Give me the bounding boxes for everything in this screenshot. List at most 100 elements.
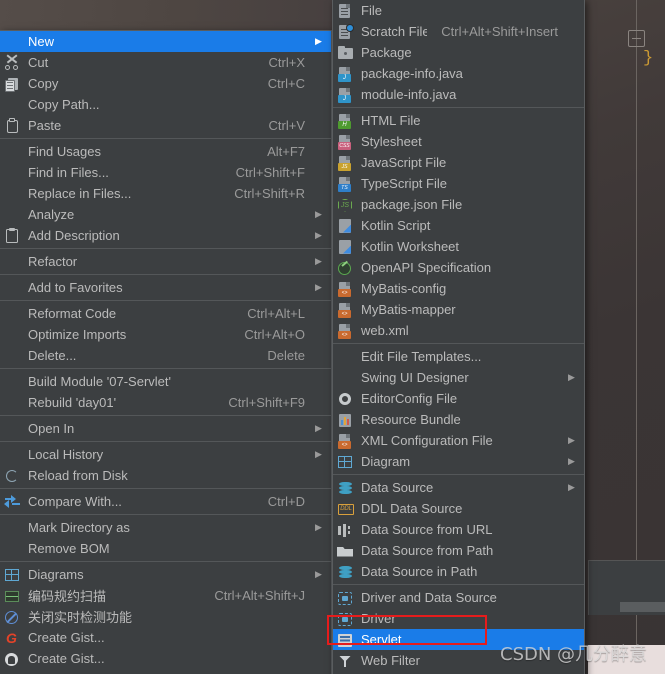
menu-item-label: Data Source in Path xyxy=(361,564,478,579)
menu-item[interactable]: Replace in Files...Ctrl+Shift+R▶ xyxy=(0,183,331,204)
menu-item-label: Optimize Imports xyxy=(28,327,127,342)
menu-item[interactable]: Fix ESLint Problems▶ xyxy=(0,669,331,674)
menu-item-label: Rebuild 'day01' xyxy=(28,395,117,410)
menu-item[interactable]: Find in Files...Ctrl+Shift+F▶ xyxy=(0,162,331,183)
menu-item[interactable]: Build Module '07-Servlet'▶ xyxy=(0,371,331,392)
menu-item[interactable]: Mark Directory as ▶ xyxy=(0,517,331,538)
menu-item-shortcut: Ctrl+X xyxy=(268,55,305,70)
menu-item-shortcut: Ctrl+C xyxy=(267,76,305,91)
no-icon xyxy=(2,421,24,437)
closing-brace-glyph: } xyxy=(643,49,654,68)
menu-item-label: 编码规约扫描 xyxy=(28,589,107,604)
menu-item[interactable]: TSTypeScript File▶ xyxy=(333,173,584,194)
menu-item[interactable]: JSpackage.json File▶ xyxy=(333,194,584,215)
menu-item[interactable]: Data Source ▶ xyxy=(333,477,584,498)
menu-item[interactable]: Refactor ▶ xyxy=(0,251,331,272)
menu-separator xyxy=(333,343,584,344)
menu-item[interactable]: 关闭实时检测功能▶ xyxy=(0,606,331,627)
menu-item-label: Local History xyxy=(28,447,104,462)
menu-item[interactable]: Scratch FileCtrl+Alt+Shift+Insert▶ xyxy=(333,21,584,42)
menu-item[interactable]: <> XML Configuration File ▶ xyxy=(333,430,584,451)
menu-item[interactable]: HHTML File▶ xyxy=(333,110,584,131)
horizontal-scrollbar[interactable] xyxy=(620,602,665,612)
no-icon xyxy=(2,541,24,557)
menu-item[interactable]: <>web.xml▶ xyxy=(333,320,584,341)
new-submenu[interactable]: File▶Scratch FileCtrl+Alt+Shift+Insert▶P… xyxy=(332,0,585,674)
menu-item[interactable]: 编码规约扫描Ctrl+Alt+Shift+J▶ xyxy=(0,585,331,606)
menu-item[interactable]: Optimize ImportsCtrl+Alt+O▶ xyxy=(0,324,331,345)
menu-separator xyxy=(0,248,331,249)
menu-item[interactable]: PasteCtrl+V▶ xyxy=(0,115,331,136)
menu-item-label: Data Source xyxy=(361,480,434,495)
menu-item[interactable]: Resource Bundle▶ xyxy=(333,409,584,430)
menu-item[interactable]: Analyze ▶ xyxy=(0,204,331,225)
menu-item[interactable]: Local History ▶ xyxy=(0,444,331,465)
menu-item[interactable]: Data Source from Path▶ xyxy=(333,540,584,561)
menu-item-label: HTML File xyxy=(361,113,421,128)
description-icon xyxy=(2,227,24,244)
menu-item[interactable]: Jmodule-info.java▶ xyxy=(333,84,584,105)
menu-item[interactable]: Package▶ xyxy=(333,42,584,63)
url-icon xyxy=(335,522,357,538)
resource-bundle-icon xyxy=(335,412,357,428)
gitlab-icon: G xyxy=(6,629,17,646)
menu-item[interactable]: Driver▶ xyxy=(333,608,584,629)
submenu-arrow-icon: ▶ xyxy=(315,282,322,292)
menu-item[interactable]: New ▶ xyxy=(0,31,331,52)
menu-item[interactable]: Find UsagesAlt+F7▶ xyxy=(0,141,331,162)
menu-item-label: Diagram xyxy=(361,454,411,469)
html-file-icon: H xyxy=(335,113,357,129)
menu-item[interactable]: EditorConfig File▶ xyxy=(333,388,584,409)
menu-item[interactable]: <>MyBatis-mapper▶ xyxy=(333,299,584,320)
menu-item[interactable]: Add Description ▶ xyxy=(0,225,331,246)
menu-item[interactable]: <>MyBatis-config▶ xyxy=(333,278,584,299)
menu-item[interactable]: CSSStylesheet▶ xyxy=(333,131,584,152)
menu-item[interactable]: Data Source in Path▶ xyxy=(333,561,584,582)
menu-item[interactable]: JSJavaScript File▶ xyxy=(333,152,584,173)
menu-item[interactable]: Edit File Templates...▶ xyxy=(333,346,584,367)
context-menu[interactable]: New▶CutCtrl+X▶CopyCtrl+C▶Copy Path...▶Pa… xyxy=(0,30,332,674)
servlet-icon xyxy=(335,632,357,648)
menu-item-label: package-info.java xyxy=(361,66,463,81)
menu-item[interactable]: GCreate Gist...▶ xyxy=(0,627,331,648)
no-icon xyxy=(2,207,24,223)
menu-item[interactable]: CopyCtrl+C▶ xyxy=(0,73,331,94)
submenu-arrow-icon: ▶ xyxy=(315,230,322,240)
menu-item[interactable]: Diagram ▶ xyxy=(333,451,584,472)
menu-item[interactable]: OpenAPI Specification▶ xyxy=(333,257,584,278)
menu-item[interactable]: Compare With...Ctrl+D▶ xyxy=(0,491,331,512)
menu-item[interactable]: Copy Path...▶ xyxy=(0,94,331,115)
menu-item-label: Create Gist... xyxy=(28,651,105,666)
menu-item-label: Swing UI Designer xyxy=(361,370,469,385)
menu-separator xyxy=(333,107,584,108)
menu-item[interactable]: Remove BOM▶ xyxy=(0,538,331,559)
menu-item[interactable]: Delete...Delete▶ xyxy=(0,345,331,366)
menu-item[interactable]: Kotlin Script▶ xyxy=(333,215,584,236)
menu-item[interactable]: Data Source from URL▶ xyxy=(333,519,584,540)
menu-item[interactable]: Reformat CodeCtrl+Alt+L▶ xyxy=(0,303,331,324)
menu-item[interactable]: Kotlin Worksheet▶ xyxy=(333,236,584,257)
submenu-arrow-icon: ▶ xyxy=(315,423,322,433)
scratch-file-icon xyxy=(335,23,357,40)
menu-item[interactable]: DDLDDL Data Source▶ xyxy=(333,498,584,519)
menu-item[interactable]: Add to Favorites ▶ xyxy=(0,277,331,298)
menu-item-label: Open In xyxy=(28,421,75,436)
database-icon xyxy=(335,564,357,580)
xml-file-icon: <> xyxy=(335,323,357,339)
menu-item[interactable]: File▶ xyxy=(333,0,584,21)
menu-item[interactable]: Reload from Disk▶ xyxy=(0,465,331,486)
menu-item-shortcut: Ctrl+Alt+Shift+Insert xyxy=(441,24,558,39)
compare-icon xyxy=(2,494,24,510)
code-fold-marker-icon[interactable] xyxy=(628,30,645,47)
menu-item[interactable]: Open In ▶ xyxy=(0,418,331,439)
menu-item[interactable]: CutCtrl+X▶ xyxy=(0,52,331,73)
menu-item[interactable]: Rebuild 'day01'Ctrl+Shift+F9▶ xyxy=(0,392,331,413)
menu-item[interactable]: Diagrams ▶ xyxy=(0,564,331,585)
menu-item[interactable]: Driver and Data Source▶ xyxy=(333,587,584,608)
menu-item[interactable]: Create Gist...▶ xyxy=(0,648,331,669)
menu-item[interactable]: Swing UI Designer ▶ xyxy=(333,367,584,388)
reload-icon xyxy=(2,468,24,484)
menu-item[interactable]: Jpackage-info.java▶ xyxy=(333,63,584,84)
menu-item-shortcut: Ctrl+Shift+F9 xyxy=(228,395,305,410)
menu-item-label: Analyze xyxy=(28,207,75,222)
